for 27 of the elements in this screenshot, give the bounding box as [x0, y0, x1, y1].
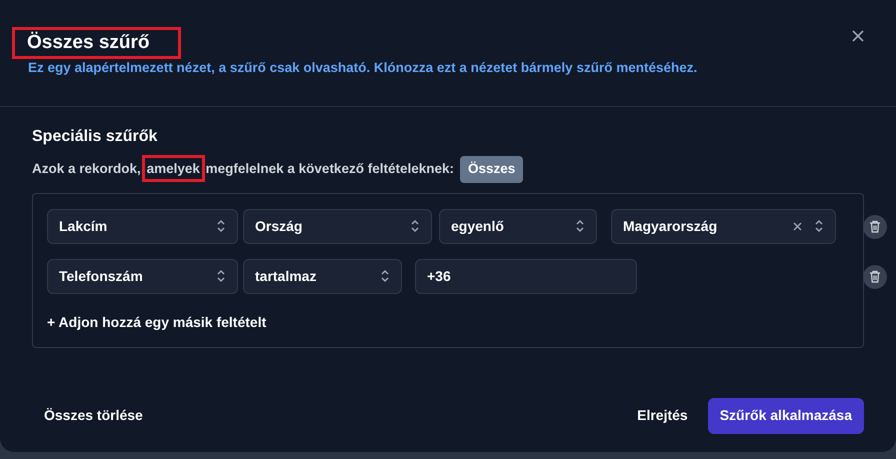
apply-filters-button[interactable]: Szűrők alkalmazása: [708, 398, 864, 434]
select-field[interactable]: Lakcím: [47, 208, 238, 244]
chevron-icon: [410, 219, 420, 233]
delete-button[interactable]: [863, 214, 887, 238]
select-field[interactable]: Ország: [243, 208, 432, 244]
add-condition-link[interactable]: + Adjon hozzá egy másik feltételt: [47, 312, 266, 332]
match-mode-badge: Összes: [460, 156, 524, 182]
chevron-icon: [380, 269, 390, 283]
section-title: Speciális szűrők: [32, 127, 158, 148]
dialog-title: Összes szűrő: [15, 30, 178, 56]
chevron-icon: [814, 219, 824, 233]
trash-icon: [869, 270, 881, 283]
chevron-icon: [216, 269, 226, 283]
hide-button[interactable]: Elrejtés: [629, 398, 696, 434]
select-field[interactable]: Magyarország: [611, 208, 836, 244]
clear-icon[interactable]: [793, 222, 802, 230]
text-input-field[interactable]: +36: [415, 258, 637, 294]
chevron-icon: [575, 219, 585, 233]
select-field[interactable]: tartalmaz: [243, 258, 402, 294]
delete-button[interactable]: [863, 264, 887, 288]
chevron-icon: [216, 219, 226, 233]
clear-all-button[interactable]: Összes törlése: [32, 398, 155, 434]
trash-icon: [869, 220, 881, 233]
select-field[interactable]: egyenlő: [439, 208, 597, 244]
close-icon[interactable]: [850, 28, 866, 44]
subtitle-text: Ez egy alapértelmezett nézet, a szűrő csak olvasható. Klónozza ezt a nézetet bármely szűrő mentéséhez.: [28, 59, 698, 77]
select-field[interactable]: Telefonszám: [47, 258, 238, 294]
